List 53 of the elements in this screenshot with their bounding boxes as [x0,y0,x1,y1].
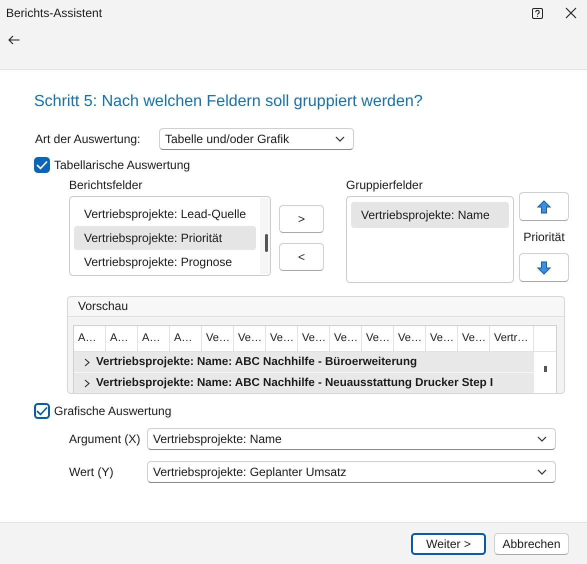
window-title: Berichts-Assistent [6,6,102,20]
column-header[interactable]: Ve… [362,326,394,351]
remove-button[interactable]: < [279,243,324,271]
column-header[interactable]: Ve… [202,326,234,351]
checkbox[interactable] [34,403,50,419]
column-header[interactable]: A… [170,326,202,351]
checkbox[interactable] [34,157,50,173]
chevron-down-icon [537,436,547,442]
list-item[interactable]: Vertriebsprojekte: Lead-Quelle [74,202,256,226]
dialog-button[interactable]: Weiter > [411,532,486,554]
move-down-button[interactable] [519,253,569,282]
group-row-label: Vertriebsprojekte: Name: ABC Nachhilfe - Neuausstattung Drucker Step I [96,377,494,389]
chevron-right-icon[interactable] [84,378,90,388]
priority-label: Priorität [523,230,565,244]
list-item[interactable]: Vertriebsprojekte: Prognose [74,250,256,274]
field-label: Wert (Y) [69,465,114,479]
column-header[interactable]: A… [106,326,138,351]
add-button[interactable]: > [279,205,324,233]
dropdown[interactable]: Vertriebsprojekte: Geplanter Umsatz [147,461,556,483]
panel-title: Vorschau [68,297,564,317]
field-label: Art der Auswertung: [35,132,142,146]
list-label: Berichtsfelder [69,178,144,192]
help-icon[interactable] [532,8,543,18]
dialog-button[interactable]: Abbrechen [494,532,569,554]
chevron-down-icon [537,469,547,475]
step-heading: Schritt 5: Nach welchen Feldern soll gruppiert werden? [34,93,424,112]
dropdown[interactable]: Vertriebsprojekte: Name [147,428,556,450]
column-header[interactable]: Vertr… [490,326,534,351]
list-item[interactable]: Vertriebsprojekte: Name [351,202,509,228]
column-header[interactable]: Ve… [298,326,330,351]
column-header[interactable]: A… [74,326,106,351]
chevron-right-icon[interactable] [84,358,90,366]
column-header[interactable]: Ve… [234,326,266,351]
arrow-down-icon [537,260,551,274]
arrow-up-icon [537,200,551,214]
column-header[interactable]: A… [138,326,170,351]
dropdown[interactable]: Tabelle und/oder Grafik [159,128,354,150]
list-label: Gruppierfelder [346,178,424,192]
column-header[interactable]: Ve… [426,326,458,351]
column-header[interactable]: Ve… [458,326,490,351]
column-header[interactable]: Ve… [330,326,362,351]
group-row-label: Vertriebsprojekte: Name: ABC Nachhilfe - Büroerweiterung [96,356,418,368]
field-label: Argument (X) [69,432,142,446]
checkbox-label: Tabellarische Auswertung [54,158,190,172]
column-header[interactable]: Ve… [394,326,426,351]
checkbox-label: Grafische Auswertung [54,404,172,418]
move-up-button[interactable] [519,192,569,221]
close-icon[interactable] [565,7,577,19]
back-arrow-icon[interactable] [6,35,22,45]
chevron-down-icon [335,136,345,142]
column-header[interactable]: Ve… [266,326,298,351]
list-item[interactable]: Vertriebsprojekte: Priorität [74,226,256,250]
scrollbar[interactable] [260,198,270,274]
